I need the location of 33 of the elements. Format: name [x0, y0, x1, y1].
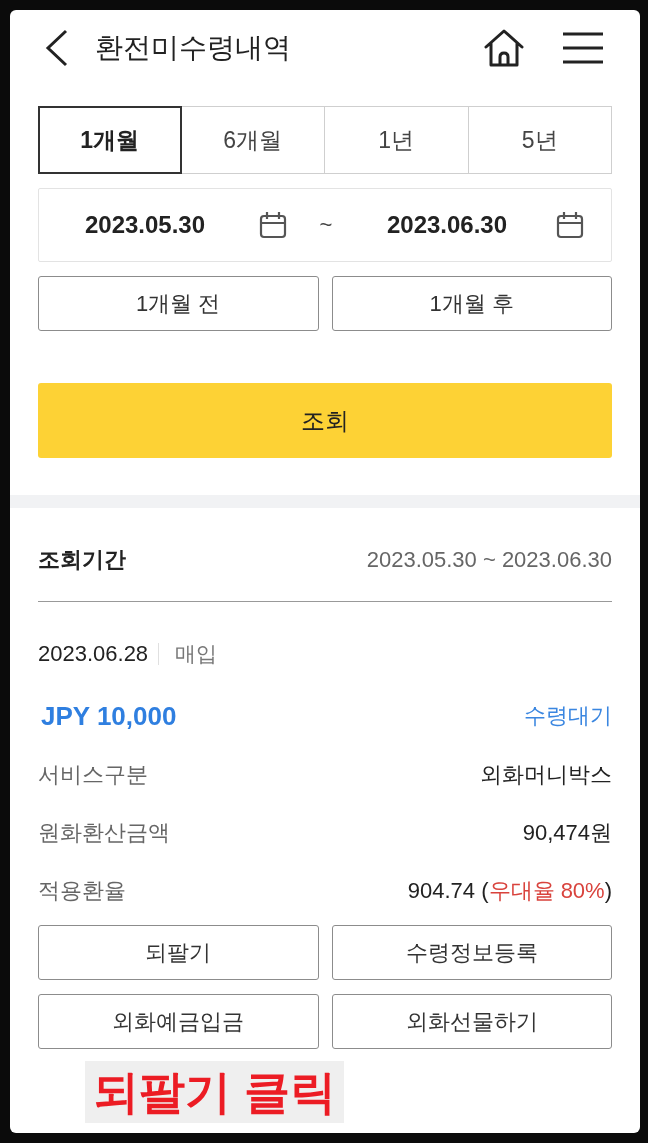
period-label: 조회기간 — [38, 546, 126, 574]
menu-icon[interactable] — [563, 31, 603, 64]
action-button[interactable]: 되팔기 — [38, 925, 319, 980]
start-date-field[interactable]: 2023.05.30 — [84, 211, 206, 239]
page-title: 환전미수령내역 — [95, 30, 291, 65]
status-label: 수령대기 — [524, 702, 612, 730]
period-shift-button[interactable]: 1개월 후 — [331, 276, 612, 331]
action-button[interactable]: 수령정보등록 — [331, 925, 612, 980]
detail-label: 원화환산금액 — [38, 819, 170, 847]
currency-amount: JPY 10,000 — [41, 700, 177, 732]
detail-value: 90,474원 — [522, 819, 612, 847]
period-tab[interactable]: 1년 — [324, 106, 469, 174]
detail-label: 서비스구분 — [38, 761, 148, 789]
annotation-callout: 되팔기 클릭 — [85, 1061, 344, 1123]
calendar-icon[interactable] — [259, 211, 287, 239]
period-tab[interactable]: 5년 — [467, 106, 612, 174]
search-button[interactable]: 조회 — [38, 383, 612, 458]
period-shift-button[interactable]: 1개월 전 — [38, 276, 319, 331]
action-button[interactable]: 외화선물하기 — [331, 994, 612, 1049]
period-tab[interactable]: 6개월 — [180, 106, 325, 174]
period-tab[interactable]: 1개월 — [38, 106, 182, 174]
range-separator: ~ — [319, 212, 333, 238]
detail-label: 적용환율 — [38, 877, 126, 905]
transaction-type: 매입 — [175, 641, 218, 667]
home-icon[interactable] — [483, 27, 525, 68]
period-value: 2023.05.30 ~ 2023.06.30 — [366, 547, 612, 573]
detail-value: 외화머니박스 — [480, 761, 612, 789]
detail-value: 904.74 (우대율 80%) — [407, 877, 612, 905]
chevron-left-icon[interactable] — [45, 28, 69, 67]
end-date-field[interactable]: 2023.06.30 — [386, 211, 508, 239]
action-button[interactable]: 외화예금입금 — [38, 994, 319, 1049]
transaction-date: 2023.06.28 — [38, 641, 149, 667]
calendar-icon[interactable] — [556, 211, 584, 239]
